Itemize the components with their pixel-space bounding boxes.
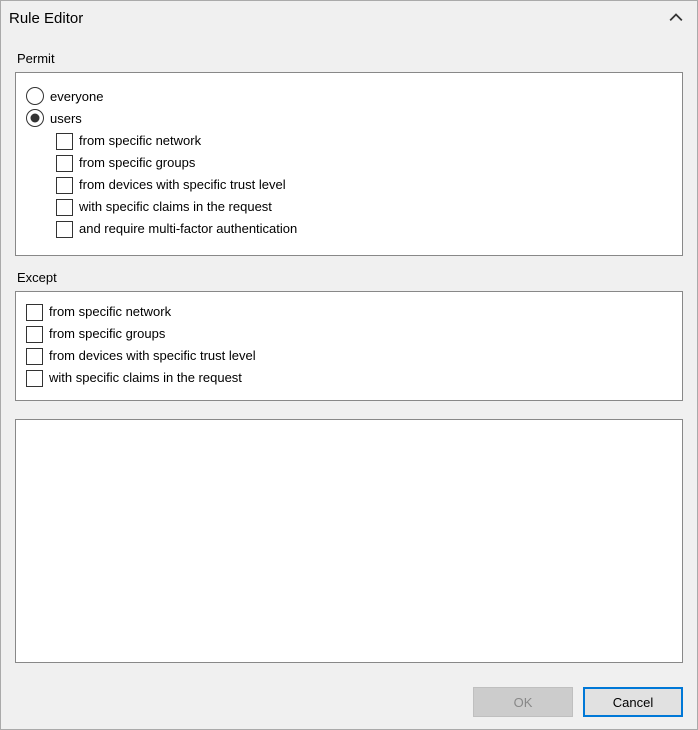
radio-icon — [26, 87, 44, 105]
check-label: from specific network — [79, 131, 201, 151]
radio-everyone[interactable]: everyone — [26, 87, 672, 105]
panel-title: Rule Editor — [9, 10, 665, 27]
checkbox-icon — [56, 177, 73, 194]
radio-label: users — [50, 111, 82, 126]
check-from-devices-trust[interactable]: from devices with specific trust level — [56, 175, 672, 195]
radio-icon — [26, 109, 44, 127]
checkbox-icon — [26, 348, 43, 365]
checkbox-icon — [26, 326, 43, 343]
rule-editor-panel: Rule Editor Permit everyone users from s… — [0, 0, 698, 730]
check-from-specific-network[interactable]: from specific network — [56, 131, 672, 151]
check-from-specific-groups[interactable]: from specific groups — [56, 153, 672, 173]
ok-button: OK — [473, 687, 573, 717]
check-label: from specific groups — [49, 324, 165, 344]
except-box: from specific network from specific grou… — [15, 291, 683, 401]
check-label: from specific network — [49, 302, 171, 322]
radio-users[interactable]: users — [26, 109, 672, 127]
collapse-button[interactable] — [665, 7, 687, 29]
except-check-devices-trust[interactable]: from devices with specific trust level — [26, 346, 672, 366]
radio-label: everyone — [50, 89, 103, 104]
button-row: OK Cancel — [1, 673, 697, 729]
checkbox-icon — [56, 199, 73, 216]
user-subchecks: from specific network from specific grou… — [56, 131, 672, 239]
permit-box: everyone users from specific network fro… — [15, 72, 683, 256]
chevron-up-icon — [669, 11, 683, 25]
cancel-button[interactable]: Cancel — [583, 687, 683, 717]
checkbox-icon — [56, 221, 73, 238]
check-label: from devices with specific trust level — [79, 175, 286, 195]
content-area: Permit everyone users from specific netw… — [1, 35, 697, 673]
check-specific-claims[interactable]: with specific claims in the request — [56, 197, 672, 217]
check-require-mfa[interactable]: and require multi-factor authentication — [56, 219, 672, 239]
checkbox-icon — [56, 133, 73, 150]
check-label: from devices with specific trust level — [49, 346, 256, 366]
permit-label: Permit — [17, 51, 683, 66]
except-check-groups[interactable]: from specific groups — [26, 324, 672, 344]
check-label: from specific groups — [79, 153, 195, 173]
check-label: with specific claims in the request — [49, 368, 242, 388]
checkbox-icon — [56, 155, 73, 172]
check-label: and require multi-factor authentication — [79, 219, 297, 239]
check-label: with specific claims in the request — [79, 197, 272, 217]
checkbox-icon — [26, 304, 43, 321]
title-row: Rule Editor — [1, 1, 697, 35]
except-check-claims[interactable]: with specific claims in the request — [26, 368, 672, 388]
details-box — [15, 419, 683, 663]
except-label: Except — [17, 270, 683, 285]
checkbox-icon — [26, 370, 43, 387]
except-check-network[interactable]: from specific network — [26, 302, 672, 322]
